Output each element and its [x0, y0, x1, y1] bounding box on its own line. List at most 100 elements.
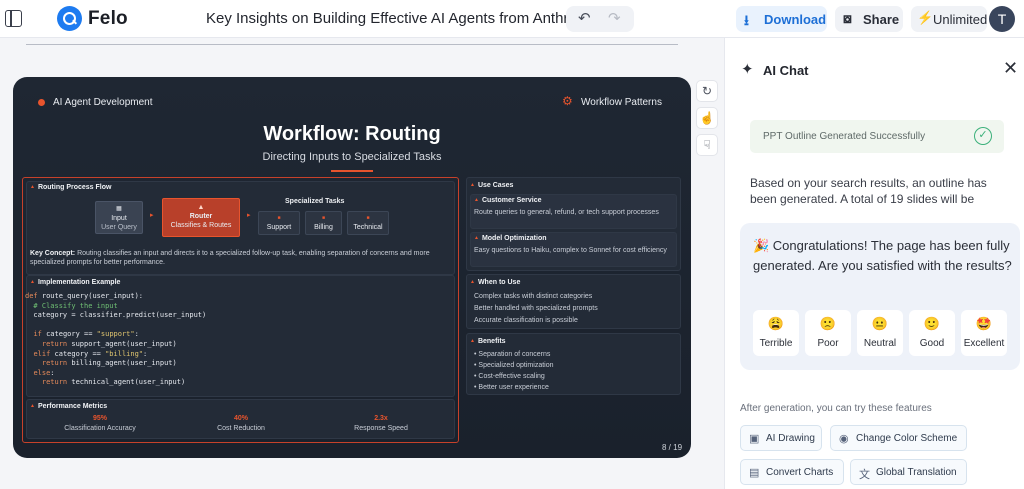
document-title[interactable]: Key Insights on Building Effective AI Ag…	[206, 10, 596, 27]
router-icon: ▲	[197, 204, 205, 211]
chart-icon: ▤	[749, 467, 760, 479]
benefits-heading: Benefits	[470, 338, 506, 345]
palette-icon: ◉	[839, 433, 849, 445]
benefit-text: Specialized optimization	[478, 362, 554, 369]
slide-brand: AI Agent Development	[53, 97, 153, 108]
rating-label: Poor	[817, 338, 839, 349]
felo-logo-icon[interactable]	[57, 6, 82, 31]
metric-label: Cost Reduction	[217, 425, 265, 432]
use-case-title: Customer Service	[474, 197, 542, 204]
when-item: Accurate classification is possible	[474, 317, 578, 324]
feature-label: Convert Charts	[766, 467, 834, 478]
avatar[interactable]: T	[989, 6, 1015, 32]
thumbs-up-icon[interactable]: ☝	[696, 107, 718, 129]
sidebar-toggle-icon[interactable]	[5, 10, 22, 27]
code-line: return support_agent(user_input)	[41, 339, 177, 348]
regenerate-icon[interactable]: ↻	[696, 80, 718, 102]
share-label: Share	[863, 12, 900, 27]
chat-message: Based on your search results, an outline…	[750, 176, 987, 206]
unlimited-button[interactable]: ⚡ Unlimited	[911, 6, 987, 32]
feedback-card: 🎉 Congratulations! The page has been ful…	[740, 223, 1020, 370]
metric-value: 95%	[92, 415, 107, 422]
undo-redo-group: ↶ ↷	[566, 6, 634, 32]
ai-drawing-button[interactable]: ▣ AI Drawing	[740, 425, 822, 451]
key-concept-text: Routing classifies an input and directs …	[30, 250, 430, 266]
rating-label: Good	[919, 338, 945, 349]
benefit-text: Better user experience	[478, 384, 549, 391]
benefit-item: • Cost-effective scaling	[474, 373, 545, 380]
use-case-text: Easy questions to Haiku, complex to Sonn…	[474, 247, 667, 254]
redo-icon[interactable]: ↷	[608, 9, 621, 27]
use-case-title: Model Optimization	[474, 235, 547, 242]
brand-dot-icon	[38, 99, 45, 106]
rating-emoji: 🙂	[923, 316, 941, 331]
when-item: Complex tasks with distinct categories	[474, 293, 593, 300]
undo-icon[interactable]: ↶	[578, 9, 591, 27]
close-icon[interactable]: ✕	[1003, 58, 1018, 79]
slide-subtitle: Directing Inputs to Specialized Tasks	[262, 151, 442, 163]
download-button[interactable]: ⭳ Download	[736, 6, 827, 32]
share-button[interactable]: ⧇ Share	[835, 6, 903, 32]
when-to-use-heading: When to Use	[470, 279, 520, 286]
code-line: return technical_agent(user_input)	[41, 378, 186, 387]
task-technical-box: ■ Technical	[347, 211, 389, 235]
task-label: Billing	[314, 224, 333, 231]
change-color-scheme-button[interactable]: ◉ Change Color Scheme	[830, 425, 967, 451]
benefit-item: • Specialized optimization	[474, 362, 554, 369]
unlimited-label: Unlimited	[933, 12, 988, 27]
flow-input-sub: User Query	[101, 224, 137, 231]
thumbs-down-icon[interactable]: ☟	[696, 134, 718, 156]
metric-value: 2.3x	[374, 415, 388, 422]
support-icon: ■	[277, 215, 281, 221]
metric-label: Classification Accuracy	[64, 425, 136, 432]
implementation-heading: Implementation Example	[30, 279, 120, 286]
slide-page-number: 8 / 19	[662, 443, 683, 452]
metric-value: 40%	[233, 415, 248, 422]
app-name[interactable]: Felo	[88, 8, 128, 30]
benefit-text: Separation of concerns	[478, 351, 551, 358]
sparkle-icon: ✦	[741, 61, 754, 78]
metrics-heading: Performance Metrics	[30, 403, 107, 410]
rating-neutral-button[interactable]: 😐 Neutral	[857, 310, 903, 356]
task-support-box: ■ Support	[258, 211, 300, 235]
benefit-item: • Better user experience	[474, 384, 549, 391]
code-line: return billing_agent(user_input)	[41, 359, 177, 368]
billing-icon: ■	[321, 215, 326, 221]
code-line: def route_query(user_input):	[25, 292, 144, 300]
metric-label: Response Speed	[354, 425, 408, 432]
tasks-heading: Specialized Tasks	[285, 198, 345, 205]
key-concept: Key Concept: Routing classifies an input…	[30, 249, 450, 267]
convert-charts-button[interactable]: ▤ Convert Charts	[740, 459, 844, 485]
key-concept-label: Key Concept:	[30, 250, 76, 257]
code-line: elif category == "billing":	[33, 349, 148, 358]
slide-preview[interactable]: AI Agent Development ⚙ Workflow Patterns…	[13, 77, 691, 458]
rating-excellent-button[interactable]: 🤩 Excellent	[961, 310, 1007, 356]
arrow-icon: ▸	[150, 212, 154, 219]
rating-label: Neutral	[863, 338, 897, 349]
share-icon: ⧇	[843, 10, 852, 26]
benefit-item: • Separation of concerns	[474, 351, 551, 358]
task-label: Technical	[353, 224, 383, 231]
image-icon: ▣	[749, 433, 760, 445]
code-block: def route_query(user_input): # Classify …	[25, 292, 206, 388]
flow-input-title: Input	[111, 215, 127, 222]
download-label: Download	[764, 12, 827, 27]
input-icon: ▦	[116, 206, 122, 212]
ai-chat-panel: ✦ AI Chat ✕ PPT Outline Generated Succes…	[724, 38, 1024, 489]
feature-label: Global Translation	[876, 467, 957, 478]
global-translation-button[interactable]: 文 Global Translation	[850, 459, 967, 485]
translate-icon: 文	[859, 469, 870, 481]
rating-label: Excellent	[963, 338, 1005, 349]
rating-good-button[interactable]: 🙂 Good	[909, 310, 955, 356]
rating-terrible-button[interactable]: 😩 Terrible	[753, 310, 799, 356]
rating-emoji: 🤩	[975, 316, 993, 331]
rating-emoji: 😩	[767, 316, 785, 331]
use-cases-heading: Use Cases	[470, 182, 513, 189]
rating-poor-button[interactable]: 🙁 Poor	[805, 310, 851, 356]
slide-pattern-label: Workflow Patterns	[581, 97, 662, 108]
feature-label: Change Color Scheme	[856, 433, 958, 444]
rating-emoji: 😐	[871, 316, 889, 331]
code-line: if category == "support":	[33, 330, 139, 339]
title-underline	[331, 170, 373, 172]
workflow-icon: ⚙	[562, 94, 573, 108]
